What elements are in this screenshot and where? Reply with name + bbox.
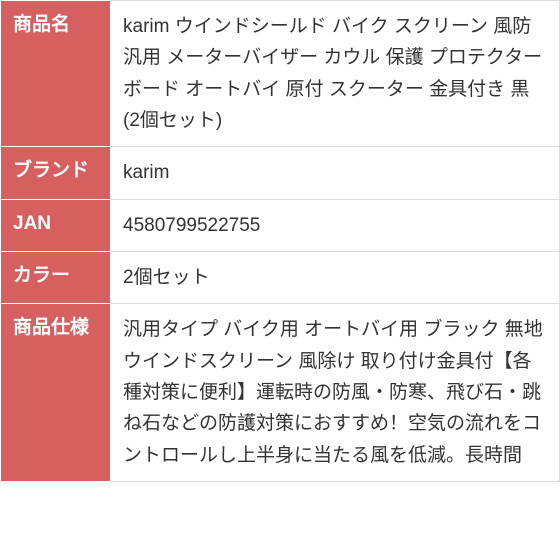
table-row: ブランド karim	[1, 147, 560, 199]
spec-label-jan: JAN	[1, 199, 111, 251]
spec-label-brand: ブランド	[1, 147, 111, 199]
table-row: 商品名 karim ウインドシールド バイク スクリーン 風防 汎用 メーターバ…	[1, 1, 560, 147]
spec-label-color: カラー	[1, 252, 111, 304]
table-row: JAN 4580799522755	[1, 199, 560, 251]
table-row: カラー 2個セット	[1, 252, 560, 304]
spec-value-product-name: karim ウインドシールド バイク スクリーン 風防 汎用 メーターバイザー …	[111, 1, 560, 147]
spec-label-product-name: 商品名	[1, 1, 111, 147]
spec-value-brand: karim	[111, 147, 560, 199]
spec-label-spec: 商品仕様	[1, 304, 111, 482]
table-row: 商品仕様 汎用タイプ バイク用 オートバイ用 ブラック 無地 ウインドスクリーン…	[1, 304, 560, 482]
spec-value-jan: 4580799522755	[111, 199, 560, 251]
spec-value-spec: 汎用タイプ バイク用 オートバイ用 ブラック 無地 ウインドスクリーン 風除け …	[111, 304, 560, 482]
spec-value-color: 2個セット	[111, 252, 560, 304]
product-spec-table: 商品名 karim ウインドシールド バイク スクリーン 風防 汎用 メーターバ…	[0, 0, 560, 482]
